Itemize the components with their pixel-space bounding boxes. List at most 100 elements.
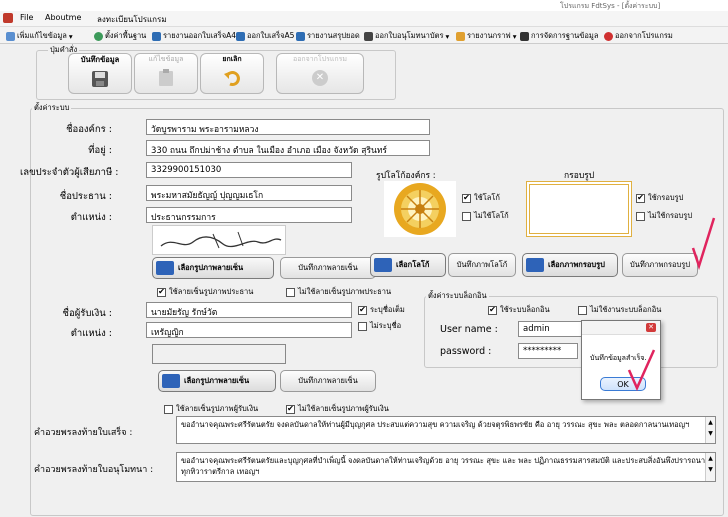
save-button[interactable]: บันทึกข้อมูล [68,53,132,94]
image-icon [526,258,544,272]
choose-logo-button[interactable]: เลือกโลโก้ [370,253,446,277]
save-receiver-signature-button[interactable]: บันทึกภาพลายเซ็น [280,370,376,392]
tb-label: เพิ่มแก้ไขข้อมูล [17,31,67,40]
check-label: ไม่ระบุชื่อ [370,321,402,330]
org-name-input[interactable]: วัดบูรพาราม พระอารามหลวง [146,119,430,135]
tb-label: ออกใบอนุโมทนาบัตร [375,31,444,40]
logo-image [384,181,456,237]
checkbox [164,404,173,414]
exit-program-button[interactable]: ออกจากโปรแกรม ✕ [276,53,364,94]
receiver-label: ชื่อผู้รับเงิน : [62,308,112,319]
gear-icon [94,31,103,41]
no-chairman-signature-check[interactable]: ไม่ใช้ลายเซ็นรูปภาพประธาน [286,286,391,298]
choose-receiver-signature-button[interactable]: เลือกรูปภาพลายเซ็น [158,370,276,392]
chairman-label: ชื่อประธาน : [59,191,112,202]
receipt-blessing-textarea[interactable]: ขออำนาจคุณพระศรีรัตนตรัย จงดลบันดาลให้ท่… [176,416,716,444]
save-signature-button[interactable]: บันทึกภาพลายเซ็น [280,257,376,279]
exit-icon [604,31,613,41]
receiver-position-input[interactable]: เหรัญญิก [146,322,352,338]
cancel-button[interactable]: ยกเลิก [200,53,264,94]
edit-button[interactable]: แก้ไขข้อมูล [134,53,198,94]
username-label: User name : [440,324,498,335]
tb-report-a4[interactable]: รายงานออกใบเสร็จA4 [152,30,236,42]
use-logo-check[interactable]: ✔ ใช้โลโก้ [462,192,500,204]
use-frame-check[interactable]: ✔ ใช้กรอบรูป [636,192,683,204]
toolbar: เพิ่มแก้ไขข้อมูล ▾ ตั้งค่าพื้นฐาน รายงาน… [0,27,728,44]
image-icon [374,258,392,272]
check-label: ไม่ใช้งานระบบล็อกอิน [590,305,662,314]
tb-exit[interactable]: ออกจากโปรแกรม [604,30,673,42]
position-label: ตำแหน่ง : [70,212,112,223]
use-receiver-signature-check[interactable]: ใช้ลายเซ็นรูปภาพผู้รับเงิน [164,403,258,415]
close-icon[interactable]: ✕ [646,323,656,332]
certificate-blessing-text: ขออำนาจคุณพระศรีรัตนตรัยและบุญกุศลที่บำเ… [181,456,706,476]
hide-name-check[interactable]: ไม่ระบุชื่อ [358,320,401,332]
tb-summary-report[interactable]: รายงานสรุปยอด [296,30,360,42]
menu-aboutme[interactable]: Aboutme [45,13,81,22]
menu-register[interactable]: ลงทะเบียนโปรแกรม [97,13,167,26]
tb-label: ตั้งค่าพื้นฐาน [105,31,147,40]
checkbox: ✔ [157,287,166,297]
use-login-check[interactable]: ✔ ใช้ระบบล็อกอิน [488,304,550,316]
tb-database[interactable]: การจัดการฐานข้อมูล [520,30,598,42]
check-label: ไม่ใช้โลโก้ [474,211,509,220]
tb-receipt-a5[interactable]: ออกใบเสร็จA5 [236,30,294,42]
choose-signature-label: เลือกรูปภาพลายเซ็น [184,376,250,385]
no-receiver-signature-check[interactable]: ✔ ไม่ใช้ลายเซ็นรูปภาพผู้รับเงิน [286,403,389,415]
scrollbar[interactable]: ▲ ▼ [705,417,715,443]
checkbox [578,305,587,315]
tb-basic-settings[interactable]: ตั้งค่าพื้นฐาน [94,30,146,42]
use-chairman-signature-check[interactable]: ✔ ใช้ลายเซ็นรูปภาพประธาน [157,286,253,298]
choose-signature-button[interactable]: เลือกรูปภาพลายเซ็น [152,257,274,279]
checkbox [358,321,367,331]
check-label: ใช้ลายเซ็นรูปภาพผู้รับเงิน [176,404,259,413]
save-logo-button[interactable]: บันทึกภาพโลโก้ [448,253,516,277]
dharma-wheel-logo [394,183,446,235]
clipboard-icon [159,69,173,86]
chairman-input[interactable]: พระมหาสมัยธัญญ์ ปุญญมเธโก [146,185,352,201]
cancel-label: ยกเลิก [222,55,242,63]
full-name-check[interactable]: ✔ ระบุชื่อเต็ม [358,304,405,316]
database-icon [520,31,529,41]
undo-icon [224,71,240,86]
choose-logo-label: เลือกโลโก้ [396,260,430,269]
password-input[interactable]: ********* [518,343,578,359]
choose-frame-button[interactable]: เลือกภาพกรอบรูป [522,253,618,277]
tax-id-input[interactable]: 3329900151030 [146,162,352,178]
address-input[interactable]: 330 ถนน ถึกปม่าช้าง ตำบล ในเมือง อำเภอ เ… [146,140,430,156]
receiver-input[interactable]: นายมัยรัญ รักษ์วัต [146,302,352,318]
checkbox [462,211,471,221]
checkbox: ✔ [462,193,471,203]
tb-label: ออกจากโปรแกรม [615,31,673,40]
certificate-blessing-textarea[interactable]: ขออำนาจคุณพระศรีรัตนตรัยและบุญกุศลที่บำเ… [176,452,716,482]
save-label: บันทึกข้อมูล [80,55,120,64]
tb-label: ออกใบเสร็จA5 [247,31,295,40]
settings-group-title: ตั้งค่าระบบ [32,102,72,114]
check-label: ใช้ระบบล็อกอิน [500,305,550,314]
receipt-blessing-label: คำอวยพรลงท้ายใบเสร็จ : [34,428,133,438]
menu-file[interactable]: File [20,13,33,22]
save-frame-button[interactable]: บันทึกภาพกรอบรูป [622,253,698,277]
no-frame-check[interactable]: ไม่ใช้กรอบรูป [636,210,692,222]
position-input[interactable]: ประธานกรรมการ [146,207,352,223]
image-icon [156,261,174,275]
scrollbar[interactable]: ▲ ▼ [705,453,715,481]
tax-id-label: เลขประจำตัวผู้เสียภาษี : [20,167,119,178]
no-login-check[interactable]: ไม่ใช้งานระบบล็อกอิน [578,304,661,316]
tb-graph-report[interactable]: รายงานกราฟ ▾ [456,30,517,42]
tb-label: การจัดการฐานข้อมูล [531,31,599,40]
edit-label: แก้ไขข้อมูล [148,55,184,63]
tb-certificate[interactable]: ออกใบอนุโมทนาบัตร ▾ [364,30,449,42]
receiver-signature-image [152,344,286,364]
check-label: ใช้ลายเซ็นรูปภาพประธาน [169,287,254,296]
tb-edit-data[interactable]: เพิ่มแก้ไขข้อมูล ▾ [6,30,73,42]
check-label: ไม่ใช้กรอบรูป [648,211,693,220]
signature-drawing [160,231,282,249]
check-label: ไม่ใช้ลายเซ็นรูปภาพประธาน [298,287,392,296]
tb-label: รายงานกราฟ [467,31,511,40]
certificate-icon [364,31,373,41]
check-label: ใช้กรอบรูป [648,193,684,202]
checkbox [286,287,295,297]
no-logo-check[interactable]: ไม่ใช้โลโก้ [462,210,509,222]
choose-frame-label: เลือกภาพกรอบรูป [548,260,605,269]
